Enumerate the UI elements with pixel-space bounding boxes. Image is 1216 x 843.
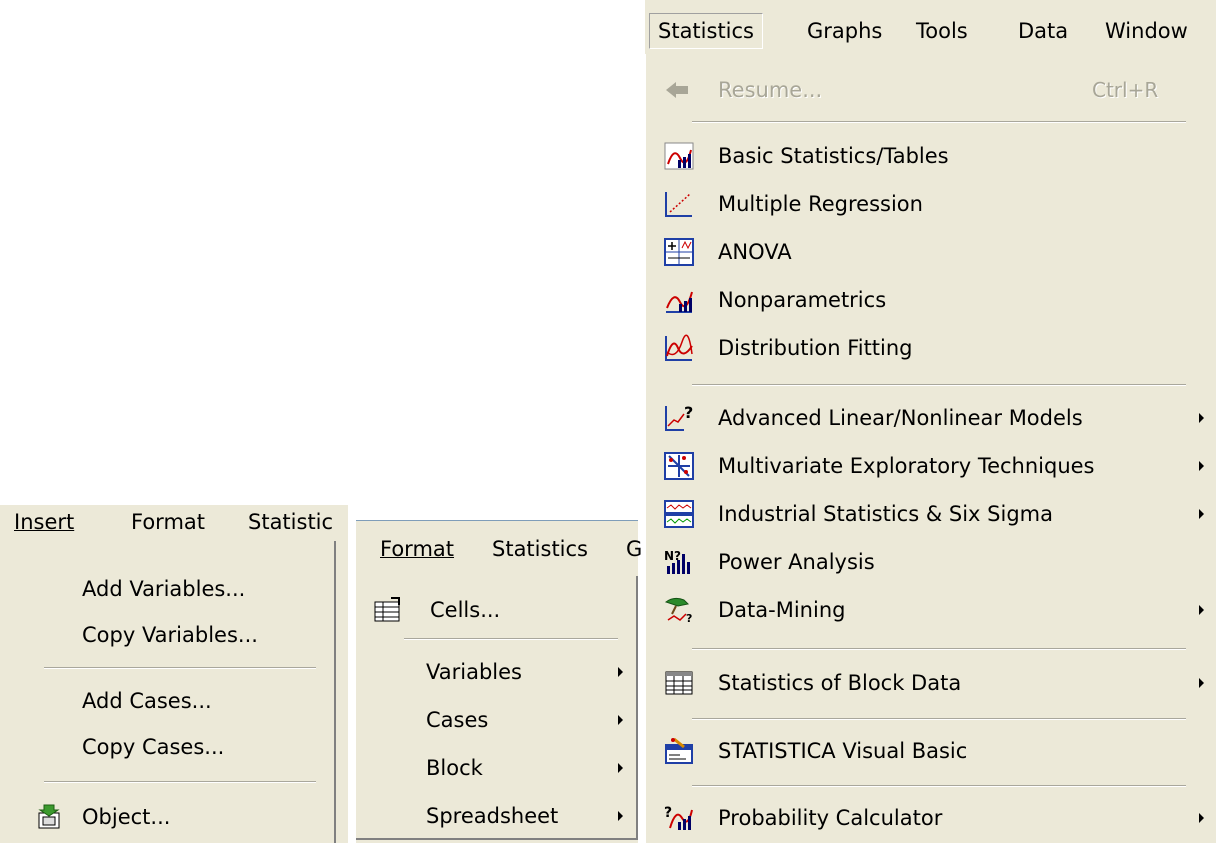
separator (692, 648, 1186, 650)
svg-text:?: ? (664, 805, 672, 821)
window-frame-line (356, 520, 638, 521)
submenu-arrow-icon (1199, 813, 1204, 823)
submenu-arrow-icon (1199, 605, 1204, 615)
visual-basic-icon (664, 737, 694, 765)
insert-menu-panel: Insert Format Statistic Add Variables...… (0, 505, 348, 843)
menu-tools[interactable]: Tools (916, 14, 968, 48)
submenu-arrow-icon (618, 811, 623, 821)
anova-icon (664, 238, 694, 266)
submenu-arrow-icon (1199, 509, 1204, 519)
advanced-models-icon: ? (664, 404, 694, 432)
multivariate-icon (664, 452, 694, 480)
submenu-arrow-icon (1199, 678, 1204, 688)
distribution-fitting-icon (664, 334, 694, 362)
menu-statistics[interactable]: Statistic (248, 505, 333, 539)
cells-icon (372, 596, 402, 624)
industrial-statistics-icon (664, 500, 694, 528)
svg-text:?: ? (686, 612, 692, 624)
resume-arrow-icon (662, 76, 692, 104)
separator (404, 638, 618, 640)
insert-object-icon (34, 803, 64, 831)
nonparametrics-icon (664, 286, 694, 314)
menu-data[interactable]: Data (1018, 14, 1068, 48)
format-menu-panel: Format Statistics G Cells... Variables C… (356, 520, 642, 843)
block-data-icon (664, 669, 694, 697)
data-mining-icon: ? (664, 596, 694, 624)
menu-graphs[interactable]: G (626, 532, 642, 566)
submenu-arrow-icon (618, 763, 623, 773)
menu-format[interactable]: Format (131, 505, 205, 539)
menu-insert[interactable]: Insert (14, 505, 74, 539)
basic-statistics-icon (664, 142, 694, 170)
multiple-regression-icon (664, 190, 694, 218)
format-menu-bar: Format Statistics G (356, 532, 642, 566)
separator (44, 667, 316, 669)
insert-dropdown: Add Variables... Copy Variables... Add C… (0, 541, 336, 843)
separator (44, 781, 316, 783)
statistics-menu-panel: Statistics Graphs Tools Data Window Resu… (645, 0, 1216, 843)
submenu-arrow-icon (618, 667, 623, 677)
submenu-arrow-icon (618, 715, 623, 725)
separator (692, 384, 1186, 386)
separator (692, 718, 1186, 720)
menu-statistics[interactable]: Statistics (492, 532, 588, 566)
svg-text:?: ? (684, 404, 693, 422)
power-analysis-icon: N? (664, 548, 694, 576)
separator (692, 785, 1186, 787)
separator (692, 121, 1186, 123)
insert-menu-bar: Insert Format Statistic (0, 505, 348, 539)
statistics-dropdown: Resume... Ctrl+R Basic Statistics/Tables… (645, 54, 1216, 843)
menu-statistics[interactable]: Statistics (649, 13, 763, 49)
menu-window[interactable]: Window (1105, 14, 1188, 48)
statistics-menu-bar: Statistics Graphs Tools Data Window (645, 13, 1216, 50)
probability-calculator-icon: ? (664, 804, 694, 832)
submenu-arrow-icon (1199, 413, 1204, 423)
format-dropdown: Cells... Variables Cases Block Spreadshe… (356, 576, 638, 840)
menu-format[interactable]: Format (380, 532, 454, 566)
submenu-arrow-icon (1199, 461, 1204, 471)
menu-graphs[interactable]: Graphs (807, 14, 882, 48)
